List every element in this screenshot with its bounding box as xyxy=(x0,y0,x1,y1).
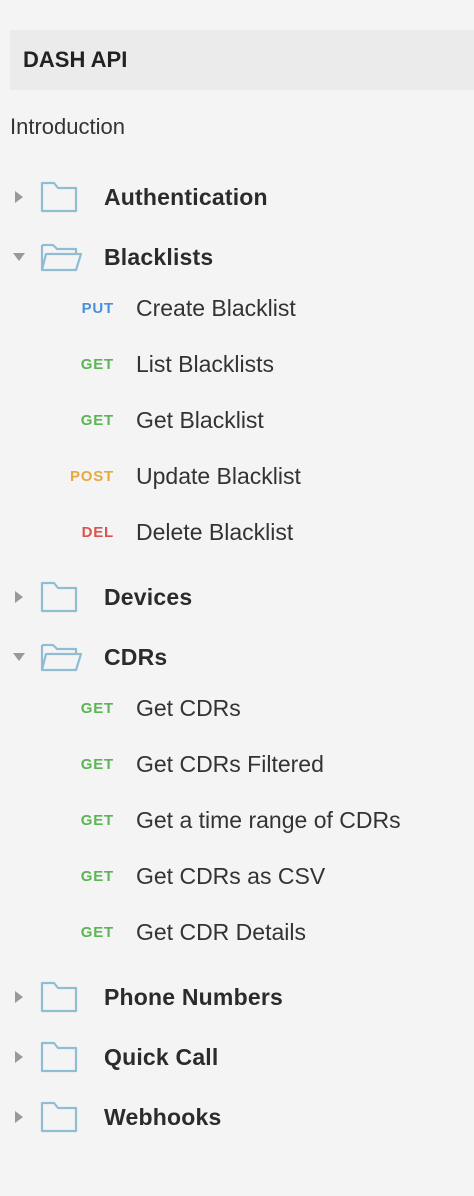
folder-cdrs[interactable]: CDRs xyxy=(0,635,474,679)
folder-webhooks[interactable]: Webhooks xyxy=(0,1095,474,1139)
request-label: Create Blacklist xyxy=(136,294,296,321)
folder-icon xyxy=(40,1041,78,1073)
folder-icon xyxy=(40,981,78,1013)
request-item[interactable]: GET Get CDRs Filtered xyxy=(0,744,474,784)
folder-quick-call[interactable]: Quick Call xyxy=(0,1035,474,1079)
request-item[interactable]: POST Update Blacklist xyxy=(0,456,474,496)
request-item[interactable]: GET Get CDR Details xyxy=(0,912,474,952)
chevron-right-icon[interactable] xyxy=(13,991,25,1003)
open-folder-icon xyxy=(40,243,83,272)
folder-label: Phone Numbers xyxy=(104,983,283,1010)
chevron-right-icon[interactable] xyxy=(13,1051,25,1063)
folder-authentication[interactable]: Authentication xyxy=(0,175,474,219)
method-badge: POST xyxy=(69,467,114,485)
request-label: Get Blacklist xyxy=(136,406,264,433)
folder-label: Blacklists xyxy=(104,243,214,270)
request-label: Update Blacklist xyxy=(136,462,301,489)
chevron-right-icon[interactable] xyxy=(13,1111,25,1123)
method-badge: GET xyxy=(80,755,114,773)
open-folder-icon xyxy=(40,643,83,672)
chevron-right-icon[interactable] xyxy=(13,191,25,203)
folder-icon xyxy=(40,181,78,213)
request-label: Get CDR Details xyxy=(136,918,306,945)
collection-title: DASH API xyxy=(23,47,128,72)
folder-label: Authentication xyxy=(104,183,268,210)
method-badge: GET xyxy=(80,355,114,373)
collection-header: DASH API xyxy=(10,30,474,90)
request-label: Delete Blacklist xyxy=(136,518,294,545)
folder-label: Webhooks xyxy=(104,1103,222,1130)
method-badge: GET xyxy=(80,411,114,429)
request-item[interactable]: GET List Blacklists xyxy=(0,344,474,384)
request-label: Get CDRs xyxy=(136,694,241,721)
chevron-right-icon[interactable] xyxy=(13,591,25,603)
folder-label: Devices xyxy=(104,583,193,610)
method-badge: GET xyxy=(80,923,114,941)
introduction-link[interactable]: Introduction xyxy=(10,114,125,140)
method-badge: GET xyxy=(80,811,114,829)
chevron-down-icon[interactable] xyxy=(13,251,25,263)
chevron-down-icon[interactable] xyxy=(13,651,25,663)
request-item[interactable]: GET Get CDRs xyxy=(0,688,474,728)
folder-icon xyxy=(40,581,78,613)
folder-label: Quick Call xyxy=(104,1043,219,1070)
request-item[interactable]: GET Get CDRs as CSV xyxy=(0,856,474,896)
method-badge: PUT xyxy=(81,299,114,317)
method-badge: DEL xyxy=(81,523,114,541)
request-item[interactable]: GET Get Blacklist xyxy=(0,400,474,440)
folder-phone-numbers[interactable]: Phone Numbers xyxy=(0,975,474,1019)
request-item[interactable]: DEL Delete Blacklist xyxy=(0,512,474,552)
request-item[interactable]: GET Get a time range of CDRs xyxy=(0,800,474,840)
folder-icon xyxy=(40,1101,78,1133)
folder-devices[interactable]: Devices xyxy=(0,575,474,619)
method-badge: GET xyxy=(80,699,114,717)
request-label: Get CDRs as CSV xyxy=(136,862,326,889)
request-label: List Blacklists xyxy=(136,350,275,377)
request-label: Get CDRs Filtered xyxy=(136,750,324,777)
folder-blacklists[interactable]: Blacklists xyxy=(0,235,474,279)
request-label: Get a time range of CDRs xyxy=(136,806,401,833)
folder-label: CDRs xyxy=(104,643,168,670)
method-badge: GET xyxy=(80,867,114,885)
request-item[interactable]: PUT Create Blacklist xyxy=(0,288,474,328)
